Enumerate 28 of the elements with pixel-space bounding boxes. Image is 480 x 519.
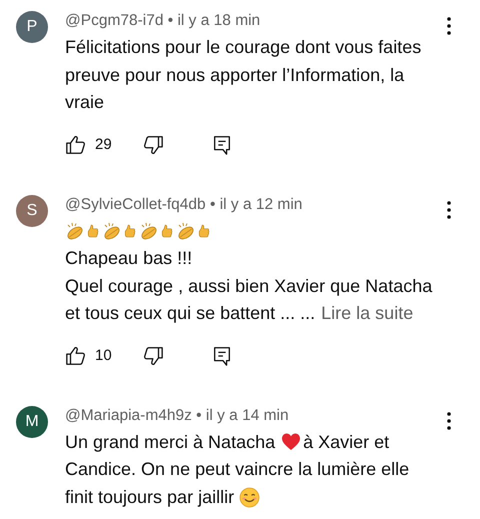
- like-count: 10: [95, 347, 112, 364]
- comment-text: et tous ceux qui se battent ... ...: [65, 303, 316, 324]
- like-count: 29: [95, 136, 112, 153]
- comment-meta: @SylvieCollet-fq4db • il y a 12 min: [65, 196, 302, 214]
- comment-text: Félicitations pour le courage dont vous faites: [65, 37, 422, 58]
- avatar[interactable]: P: [16, 11, 48, 43]
- comment-text: Candice. On ne peut vaincre la lumière elle: [65, 459, 410, 480]
- avatar[interactable]: S: [16, 194, 48, 226]
- read-more-link[interactable]: Lire la suite: [321, 303, 414, 324]
- comment-text: preuve pour nous apporter l’Information, la: [65, 64, 404, 86]
- comment-text: Chapeau bas !!!: [65, 248, 192, 270]
- comment-meta: @Mariapia-m4h9z • il y a 14 min: [65, 406, 289, 424]
- more-options-icon[interactable]: [446, 200, 452, 220]
- comment-meta: @Pcgm78-i7d • il y a 18 min: [65, 12, 260, 30]
- like-icon[interactable]: [65, 344, 87, 366]
- smiling-face-icon: [239, 486, 260, 508]
- more-options-icon[interactable]: [446, 16, 452, 36]
- like-icon[interactable]: [65, 134, 87, 156]
- comment-text: Quel courage , aussi bien Xavier que Natacha: [65, 276, 432, 297]
- dislike-icon[interactable]: [142, 344, 164, 366]
- heart-icon: [280, 432, 302, 452]
- comment-text: vraie: [65, 92, 104, 114]
- comment-text: à Xavier et: [303, 432, 390, 453]
- more-options-icon[interactable]: [446, 410, 452, 430]
- avatar[interactable]: M: [16, 406, 48, 438]
- comment-text: finit toujours par jaillir: [65, 486, 234, 508]
- comment-text: Un grand merci à Natacha: [65, 432, 276, 453]
- dislike-icon[interactable]: [142, 134, 164, 156]
